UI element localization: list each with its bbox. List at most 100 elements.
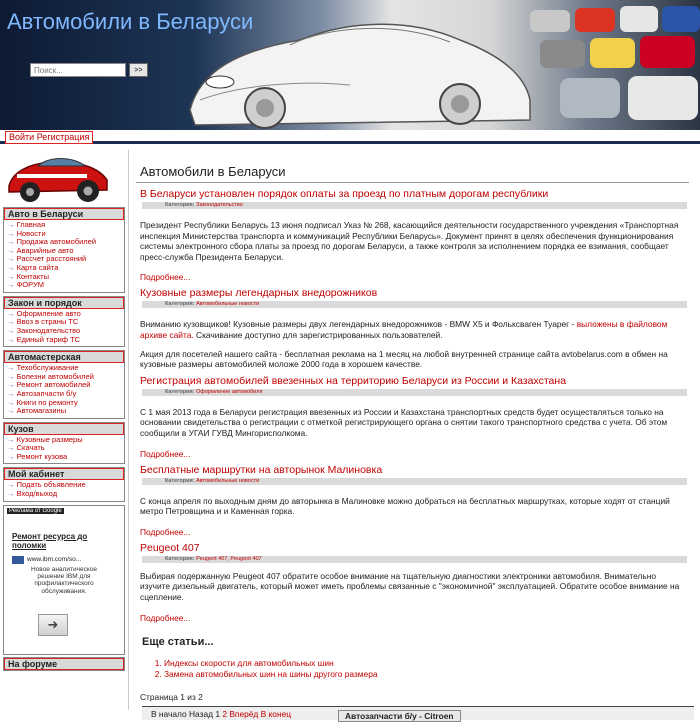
list-item[interactable]: Индексы скорости для автомобильных шин [164,658,689,670]
site-header: Автомобили в Беларуси >> [0,0,700,130]
article: Кузовные размеры легендарных внедорожник… [134,287,689,369]
sidebar-item[interactable]: → Вход/выход [7,490,121,499]
sidebar-link[interactable]: Рассчет расстояний [17,255,87,263]
sidebar-item-news[interactable]: → Новости [7,230,121,239]
sidebar-item[interactable]: → Автозапчасти б/у [7,390,121,399]
sidebar-link[interactable]: Подать объявление [17,481,86,489]
search-button[interactable]: >> [129,63,148,77]
sidebar-block-workshop: Автомастерская → Техобслуживание → Болез… [3,350,125,419]
pager-page-2[interactable]: 2 [222,709,227,719]
related-tab[interactable]: Автозапчасти б/у - Citroen [338,710,461,722]
sidebar-item[interactable]: → Ремонт автомобилей [7,381,121,390]
sidebar-block-forum: На форуме [3,656,125,671]
page-title: Автомобили в Беларуси [136,160,689,183]
sidebar-link[interactable]: Техобслуживание [17,364,79,372]
sidebar-link[interactable]: Скачать [17,444,45,452]
pagination-bar: В начало Назад 1 2 Вперёд В конец Автоза… [142,706,694,722]
sidebar-block-law: Закон и порядок → Оформление авто → Ввоз… [3,295,125,348]
pager-start[interactable]: В начало [151,709,187,719]
sidebar-link[interactable]: Ввоз в страны ТС [17,318,79,326]
sidebar-link[interactable]: Единый тариф ТС [17,336,81,344]
category-link[interactable]: Автомобильные новости [196,478,259,484]
category-label: Категория: [165,388,195,395]
sidebar-link[interactable]: Книги по ремонту [17,399,78,407]
sidebar-link[interactable]: Кузовные размеры [17,436,83,444]
category-link[interactable]: Автомобильные новости [196,301,259,307]
sidebar-item[interactable]: → Ремонт кузова [7,453,121,462]
column-divider [128,150,129,710]
category-label: Категория: [165,202,195,208]
sidebar-item-sale[interactable]: → Продажа автомобилей [7,238,121,247]
sidebar-link[interactable]: Автомагазины [17,407,67,415]
sidebar-item[interactable]: → Оформление авто [7,310,121,319]
article-title[interactable]: Регистрация автомобилей ввезенных на тер… [140,375,689,387]
sidebar-link[interactable]: Контакты [17,273,49,281]
pager-page-1[interactable]: 1 [215,709,220,719]
read-more-link[interactable]: Подробнее... [140,613,689,623]
ad-title[interactable]: Ремонт ресурса до поломки [12,532,102,550]
article-body: Вниманию кузовщиков! Кузовные размеры дв… [140,319,680,340]
register-link[interactable]: Регистрация [37,132,90,142]
pager-next[interactable]: Вперёд [229,709,258,719]
sidebar-block-title: Автомастерская [4,351,124,364]
category-link[interactable]: Peugeot 407, Peugeot 407 [196,556,261,562]
article-text: Скачивание доступно для зарегистрированн… [196,329,443,340]
sidebar-item-home[interactable]: → Главная [7,221,121,230]
sidebar-link[interactable]: Аварийные авто [17,247,74,255]
login-link[interactable]: Войти [9,132,34,142]
pager-prev[interactable]: Назад [189,709,213,719]
category-link[interactable]: Оформление автомобиля [196,389,262,395]
google-ad[interactable]: Реклама от Google Ремонт ресурса до поло… [3,504,125,655]
sidebar-item[interactable]: → Ввоз в страны ТС [7,318,121,327]
article-title[interactable]: Бесплатные маршрутки на авторынок Малино… [140,464,689,476]
sidebar-link[interactable]: Законодательство [17,327,81,335]
arrow-right-icon[interactable]: ➜ [38,613,68,636]
article-title[interactable]: Peugeot 407 [140,542,689,554]
sidebar-link[interactable]: ФОРУМ [17,281,44,289]
sidebar-link[interactable]: Автозапчасти б/у [17,390,77,398]
sidebar-car-logo [3,148,125,204]
sidebar-link[interactable]: Болезни автомобилей [17,373,94,381]
sidebar-link[interactable]: Главная [17,221,46,229]
sidebar-item-crashed[interactable]: → Аварийные авто [7,247,121,256]
article-title[interactable]: Кузовные размеры легендарных внедорожник… [140,287,689,299]
article-body: Акция для посетелей нашего сайта - беспл… [140,348,668,370]
sidebar-item[interactable]: → Единый тариф ТС [7,336,121,345]
pager-end[interactable]: В конец [261,709,291,719]
sidebar-item[interactable]: → Техобслуживание [7,364,121,373]
sidebar-item[interactable]: → Скачать [7,444,121,453]
sidebar-link[interactable]: Новости [17,230,46,238]
sidebar-item-sitemap[interactable]: → Карта сайта [7,264,121,273]
sidebar-item[interactable]: → Книги по ремонту [7,399,121,408]
search-input[interactable] [30,63,126,77]
article: Бесплатные маршрутки на авторынок Малино… [134,464,689,537]
sidebar-block-title: На форуме [4,657,124,670]
sidebar-item[interactable]: → Кузовные размеры [7,436,121,445]
article-text: Вниманию кузовщиков! Кузовные размеры дв… [140,319,575,330]
read-more-link[interactable]: Подробнее... [140,272,689,282]
category-link[interactable]: Законодательство [196,202,243,208]
sidebar-link[interactable]: Карта сайта [17,264,59,272]
sidebar-link[interactable]: Ремонт кузова [17,453,68,461]
sidebar-item-forum[interactable]: → ФОРУМ [7,281,121,290]
list-item[interactable]: Замена автомобильных шин на шины другого… [164,669,689,681]
read-more-link[interactable]: Подробнее... [140,527,689,537]
more-article-link[interactable]: Индексы скорости для автомобильных шин [164,658,334,668]
more-article-link[interactable]: Замена автомобильных шин на шины другого… [164,669,378,679]
article-title[interactable]: В Беларуси установлен порядок оплаты за … [140,188,689,200]
sidebar-link[interactable]: Продажа автомобилей [17,238,96,246]
ad-url[interactable]: www.ibm.com/so... [27,556,81,563]
sidebar-item-contacts[interactable]: → Контакты [7,273,121,282]
sidebar-item[interactable]: → Законодательство [7,327,121,336]
sidebar-item-distance[interactable]: → Рассчет расстояний [7,255,121,264]
sidebar-link[interactable]: Вход/выход [17,490,57,498]
sidebar-item[interactable]: → Болезни автомобилей [7,373,121,382]
main-content: Автомобили в Беларуси В Беларуси установ… [134,160,689,702]
login-bar: Войти Регистрация [0,130,700,144]
sidebar-item[interactable]: → Подать объявление [7,481,121,490]
sidebar-link[interactable]: Оформление авто [17,310,81,318]
article: Регистрация автомобилей ввезенных на тер… [134,375,689,459]
sidebar-item[interactable]: → Автомагазины [7,407,121,416]
sidebar-link[interactable]: Ремонт автомобилей [17,381,91,389]
read-more-link[interactable]: Подробнее... [140,449,689,459]
